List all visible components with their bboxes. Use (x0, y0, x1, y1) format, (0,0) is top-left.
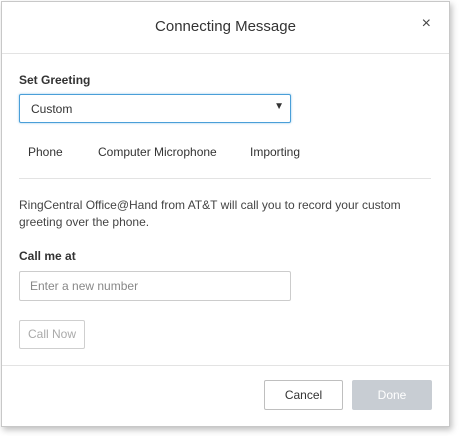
tab-computer-microphone[interactable]: Computer Microphone (98, 145, 217, 159)
tab-importing[interactable]: Importing (250, 145, 300, 159)
greeting-source-tabs: Phone Computer Microphone Importing (19, 132, 431, 179)
greeting-select-value: Custom (31, 102, 73, 116)
close-icon[interactable]: × (422, 15, 431, 33)
tab-phone[interactable]: Phone (28, 145, 63, 159)
connecting-message-dialog: Connecting Message × Set Greeting Custom… (1, 1, 450, 427)
dialog-footer: Cancel Done (2, 365, 449, 426)
call-me-at-label: Call me at (19, 249, 76, 263)
greeting-select[interactable]: Custom ▼ (19, 94, 291, 123)
set-greeting-label: Set Greeting (19, 73, 91, 87)
dialog-header: Connecting Message × (2, 2, 449, 54)
done-button[interactable]: Done (352, 380, 432, 410)
dialog-title: Connecting Message (155, 18, 296, 35)
chevron-down-icon: ▼ (274, 101, 284, 112)
phone-number-input[interactable] (19, 271, 291, 301)
phone-description: RingCentral Office@Hand from AT&T will c… (19, 198, 401, 229)
call-now-button[interactable]: Call Now (19, 320, 85, 349)
cancel-button[interactable]: Cancel (264, 380, 343, 410)
